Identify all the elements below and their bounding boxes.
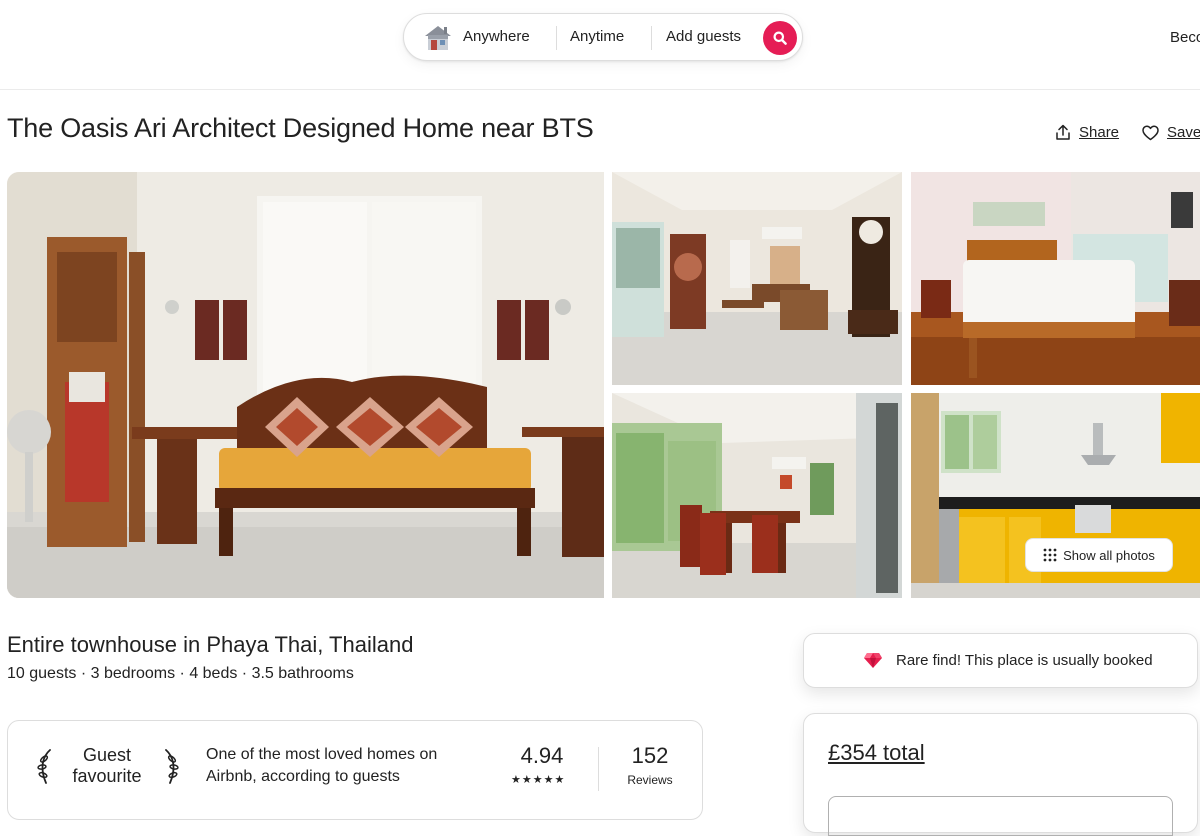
search-add-guests[interactable]: Add guests [666, 14, 741, 60]
bedroom-photo[interactable] [911, 172, 1200, 385]
card-divider [598, 747, 599, 791]
house-icon [425, 26, 451, 50]
show-all-photos-button[interactable]: Show all photos [1025, 538, 1173, 572]
search-icon [773, 31, 787, 45]
search-button[interactable] [763, 21, 797, 55]
share-button[interactable]: Share [1055, 124, 1119, 141]
price-total-link[interactable]: £354 total [828, 740, 925, 766]
become-host-link[interactable]: Beco [1170, 29, 1200, 46]
listing-subtitle: Entire townhouse in Phaya Thai, Thailand [7, 632, 414, 657]
guest-favourite-badge: Guest favourite [64, 745, 150, 787]
listing-details: 10 guests · 3 bedrooms · 4 beds · 3.5 ba… [7, 665, 354, 682]
dining-room-photo[interactable] [612, 393, 902, 598]
guest-favourite-line2: favourite [72, 766, 142, 786]
dates-picker[interactable] [828, 796, 1173, 836]
reviews-count: 152 [631, 743, 669, 768]
diamond-icon [864, 653, 882, 668]
lounge-photo[interactable] [612, 172, 902, 385]
guest-favourite-line1: Guest [82, 745, 132, 765]
save-button[interactable]: Save [1142, 124, 1200, 141]
top-header: Anywhere Anytime Add guests Beco [0, 0, 1200, 90]
heart-icon [1142, 125, 1159, 140]
reviews-label: Reviews [627, 773, 673, 787]
page-title: The Oasis Ari Architect Designed Home ne… [7, 113, 594, 143]
search-divider [651, 26, 652, 50]
search-dates-anytime[interactable]: Anytime [570, 14, 624, 60]
booking-card: £354 total [803, 713, 1198, 836]
rare-find-text: Rare find! This place is usually booked [896, 652, 1153, 669]
rare-find-card: Rare find! This place is usually booked [803, 633, 1198, 688]
search-location-anywhere[interactable]: Anywhere [463, 14, 530, 60]
laurel-right-icon [165, 749, 179, 784]
living-room-photo[interactable] [7, 172, 604, 598]
save-label: Save [1167, 124, 1200, 141]
rating-stars: ★★★★★ [511, 774, 566, 786]
search-bar[interactable]: Anywhere Anytime Add guests [403, 13, 803, 61]
share-icon [1056, 124, 1070, 140]
show-all-photos-label: Show all photos [1063, 547, 1155, 563]
laurel-left-icon [37, 749, 51, 784]
guest-favourite-description: One of the most loved homes on Airbnb, a… [206, 746, 438, 785]
grid-dots-icon [1043, 548, 1057, 562]
guest-favourite-card[interactable]: Guest favourite One of the most loved ho… [7, 720, 703, 820]
share-label: Share [1079, 124, 1120, 141]
rating-value: 4.94 [520, 743, 564, 768]
search-divider [556, 26, 557, 50]
